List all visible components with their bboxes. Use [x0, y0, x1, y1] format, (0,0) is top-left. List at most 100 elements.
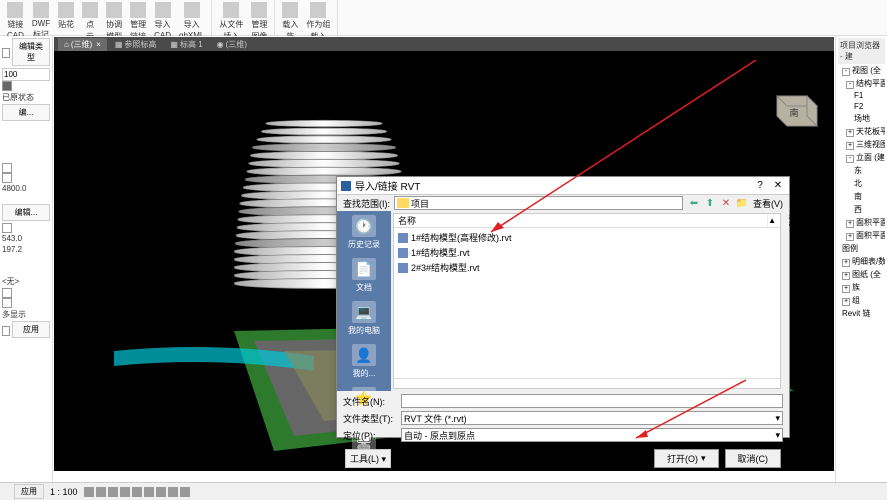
- tree-item[interactable]: 南: [838, 190, 885, 203]
- sb-icon[interactable]: [108, 487, 118, 497]
- sb-icon[interactable]: [144, 487, 154, 497]
- tree-item[interactable]: F1: [838, 90, 885, 101]
- tab-level[interactable]: ▦参照标高: [109, 38, 163, 51]
- ribbon-group-2: 从文件插入 管理图像 »: [212, 0, 275, 35]
- place-item[interactable]: 👤我的...: [339, 344, 389, 379]
- checkbox[interactable]: [2, 48, 10, 58]
- ribbon-group-import: 链接CAD DWF标记 贴花 点云 协调模型 管理链接 导入CAD 导入gbXM…: [0, 0, 212, 35]
- sb-icon[interactable]: [96, 487, 106, 497]
- tree-item[interactable]: +明细表/数: [838, 255, 885, 268]
- tree-item[interactable]: -视图 (全: [838, 64, 885, 77]
- tree-item[interactable]: 西: [838, 203, 885, 216]
- filetype-select[interactable]: RVT 文件 (*.rvt)▾: [401, 411, 783, 425]
- lookin-label: 查找范围(I):: [343, 197, 390, 210]
- checkbox[interactable]: [2, 298, 12, 308]
- value: 543.0: [2, 233, 50, 244]
- tree-item[interactable]: +三维视图: [838, 138, 885, 151]
- scale-display[interactable]: 1 : 100: [50, 487, 78, 497]
- help-button[interactable]: ?: [753, 180, 767, 191]
- filename-label: 文件名(N):: [343, 395, 397, 408]
- checkbox[interactable]: [2, 223, 12, 233]
- place-item[interactable]: 🕐历史记录: [339, 215, 389, 250]
- sb-icon[interactable]: [84, 487, 94, 497]
- tab-3d-2[interactable]: ◉(三维): [211, 38, 253, 51]
- file-item[interactable]: 1#结构模型.rvt: [396, 245, 778, 260]
- delete-btn[interactable]: ✕: [719, 196, 733, 210]
- value-input[interactable]: [2, 68, 50, 81]
- newfolder-btn[interactable]: 📁: [735, 196, 749, 210]
- close-icon[interactable]: ×: [96, 40, 101, 49]
- tree-item[interactable]: F2: [838, 101, 885, 112]
- close-button[interactable]: ✕: [771, 180, 785, 191]
- tree-item[interactable]: +面积平面: [838, 229, 885, 242]
- apply-btn[interactable]: 应用: [12, 321, 50, 338]
- dialog-titlebar[interactable]: 导入/链接 RVT ? ✕: [337, 177, 789, 195]
- place-item[interactable]: 📄文档: [339, 258, 389, 293]
- nav-cube[interactable]: 南: [762, 81, 822, 137]
- filetype-label: 文件类型(T):: [343, 412, 397, 425]
- filename-input[interactable]: [401, 394, 783, 408]
- revit-icon: [341, 181, 351, 191]
- name-col[interactable]: 名称: [398, 214, 768, 227]
- tree-item[interactable]: +族: [838, 281, 885, 294]
- checkbox[interactable]: [2, 163, 12, 173]
- edit-btn-2[interactable]: 编辑...: [2, 204, 50, 221]
- tree-item[interactable]: +面积平面: [838, 216, 885, 229]
- sb-icon[interactable]: [132, 487, 142, 497]
- label: 多显示: [2, 308, 50, 321]
- checkbox[interactable]: [2, 288, 12, 298]
- preview-label: 预览: [787, 211, 789, 391]
- tree-item[interactable]: -立面 (建: [838, 151, 885, 164]
- tree-item[interactable]: +组: [838, 294, 885, 307]
- up-btn[interactable]: ⬆: [703, 196, 717, 210]
- sb-icon[interactable]: [120, 487, 130, 497]
- folder-icon: [397, 198, 409, 208]
- file-list[interactable]: 1#结构模型(高程修改).rvt1#结构模型.rvt2#3#结构模型.rvt: [394, 228, 780, 378]
- tree-item[interactable]: Revit 链: [838, 307, 885, 320]
- project-browser: 项目浏览器 - 建 -视图 (全-结构平面F1F2场地+天花板平+三维视图-立面…: [835, 36, 887, 486]
- tree-root: -视图 (全-结构平面F1F2场地+天花板平+三维视图-立面 (建东北南西+面积…: [838, 64, 885, 320]
- rvt-file-icon: [398, 233, 408, 243]
- 3d-icon: ◉: [217, 40, 224, 49]
- checkbox[interactable]: [2, 326, 10, 336]
- tree-item[interactable]: +图纸 (全: [838, 268, 885, 281]
- position-select[interactable]: 自动 - 原点到原点▾: [401, 428, 783, 442]
- tab-level1[interactable]: ▦标高 1: [164, 38, 208, 51]
- value: <无>: [2, 275, 50, 288]
- tree-item[interactable]: 场地: [838, 112, 885, 125]
- sb-icon[interactable]: [156, 487, 166, 497]
- open-button[interactable]: 打开(O)▾: [654, 449, 719, 468]
- sb-icon[interactable]: [168, 487, 178, 497]
- import-link-dialog: 导入/链接 RVT ? ✕ 查找范围(I): 项目 ⬅ ⬆ ✕ 📁 查看(V) …: [336, 176, 790, 438]
- view-btn[interactable]: 查看(V): [753, 197, 783, 210]
- ribbon: 链接CAD DWF标记 贴花 点云 协调模型 管理链接 导入CAD 导入gbXM…: [0, 0, 887, 36]
- plan-icon: ▦: [170, 40, 178, 49]
- dialog-toolbar: 查找范围(I): 项目 ⬅ ⬆ ✕ 📁 查看(V): [337, 195, 789, 211]
- file-item[interactable]: 1#结构模型(高程修改).rvt: [396, 230, 778, 245]
- file-item[interactable]: 2#3#结构模型.rvt: [396, 260, 778, 275]
- tree-item[interactable]: +天花板平: [838, 125, 885, 138]
- tree-item[interactable]: 图例: [838, 242, 885, 255]
- status-bar: 应用 1 : 100: [0, 482, 887, 500]
- tab-3d[interactable]: ⌂(三维)×: [58, 38, 107, 51]
- tools-btn[interactable]: 工具(L) ▾: [345, 449, 391, 468]
- places-sidebar: 🕐历史记录📄文档💻我的电脑👤我的...⭐收藏夹🖥桌面: [337, 211, 391, 391]
- plan-icon: ▦: [115, 40, 123, 49]
- rvt-file-icon: [398, 263, 408, 273]
- value: 4800.0: [2, 183, 50, 194]
- rvt-file-icon: [398, 248, 408, 258]
- tree-item[interactable]: 北: [838, 177, 885, 190]
- sb-icon[interactable]: [180, 487, 190, 497]
- folder-combo[interactable]: 项目: [394, 196, 683, 210]
- edit-type-btn[interactable]: 编辑类型: [12, 38, 50, 66]
- checkbox[interactable]: [2, 173, 12, 183]
- cancel-button[interactable]: 取消(C): [725, 449, 782, 468]
- tree-item[interactable]: -结构平面: [838, 77, 885, 90]
- label: 已原状态: [2, 91, 50, 104]
- tree-item[interactable]: 东: [838, 164, 885, 177]
- back-btn[interactable]: ⬅: [687, 196, 701, 210]
- place-item[interactable]: 💻我的电脑: [339, 301, 389, 336]
- apply-status-btn[interactable]: 应用: [14, 484, 44, 499]
- checkbox[interactable]: [2, 81, 12, 91]
- edit-btn[interactable]: 编...: [2, 104, 50, 121]
